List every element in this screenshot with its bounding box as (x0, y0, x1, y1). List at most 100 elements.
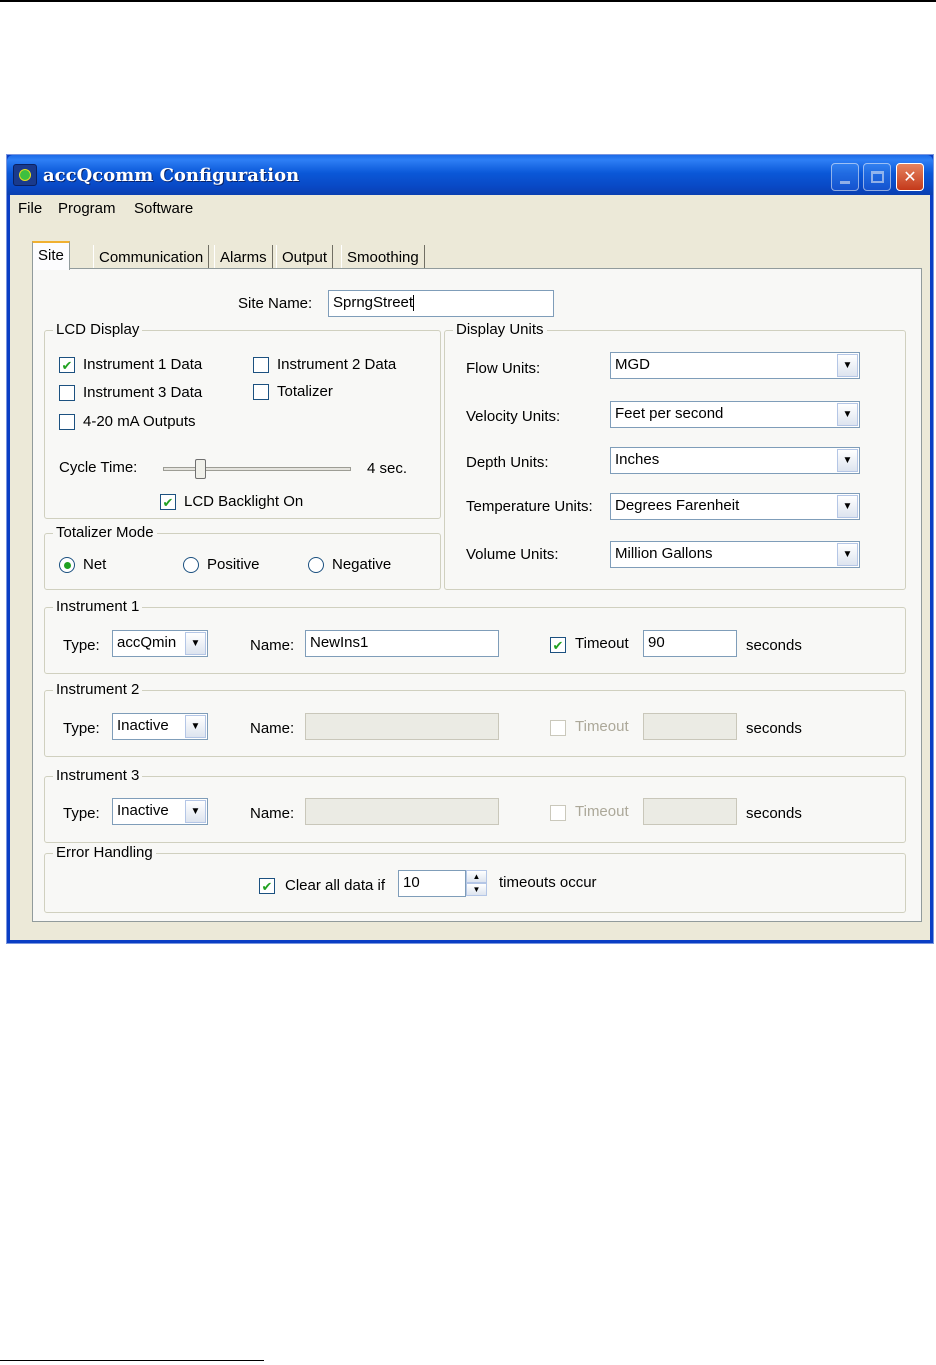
instrument-3-type-select[interactable]: Inactive ▼ (112, 798, 208, 825)
spin-up-icon[interactable]: ▲ (466, 870, 487, 883)
instrument-3-name-label: Name: (250, 805, 295, 822)
totalizer-negative-radio[interactable] (308, 557, 324, 573)
instrument-3-title: Instrument 3 (53, 767, 143, 784)
totalizer-net-radio[interactable] (59, 557, 75, 573)
chevron-down-icon[interactable]: ▼ (837, 354, 858, 377)
menu-program[interactable]: Program (58, 200, 116, 217)
error-handling-title: Error Handling (53, 844, 156, 861)
temperature-units-label: Temperature Units: (466, 498, 593, 515)
instrument-3-data-label: Instrument 3 Data (83, 384, 203, 401)
totalizer-checkbox[interactable] (253, 384, 269, 400)
instrument-3-data-checkbox[interactable] (59, 385, 75, 401)
instrument-2-data-label: Instrument 2 Data (277, 356, 397, 373)
tab-site[interactable]: Site (32, 241, 70, 270)
volume-units-label: Volume Units: (466, 546, 559, 563)
clear-all-data-label: Clear all data if (285, 877, 386, 894)
instrument-1-data-label: Instrument 1 Data (83, 356, 203, 373)
instrument-3-timeout-label: Timeout (575, 803, 629, 820)
instrument-1-timeout-label: Timeout (575, 635, 629, 652)
instrument-1-data-checkbox[interactable]: ✔ (59, 357, 75, 373)
instrument-2-seconds-label: seconds (746, 720, 802, 737)
instrument-2-type-label: Type: (63, 720, 100, 737)
instrument-1-type-select[interactable]: accQmin ▼ (112, 630, 208, 657)
window-title: accQcomm Configuration (43, 165, 300, 186)
chevron-down-icon[interactable]: ▼ (185, 715, 206, 738)
instrument-2-title: Instrument 2 (53, 681, 143, 698)
menu-bar: File Program Software (10, 196, 930, 220)
instrument-2-name-label: Name: (250, 720, 295, 737)
timeout-count-input[interactable]: 10 (398, 870, 466, 897)
totalizer-positive-radio[interactable] (183, 557, 199, 573)
instrument-3-type-label: Type: (63, 805, 100, 822)
totalizer-negative-label: Negative (332, 556, 392, 573)
close-icon: ✕ (903, 169, 917, 186)
instrument-2-timeout-checkbox[interactable] (550, 720, 566, 736)
configuration-window: accQcomm Configuration ✕ File Program So… (6, 154, 934, 944)
chevron-down-icon[interactable]: ▼ (837, 543, 858, 566)
menu-file[interactable]: File (18, 200, 42, 217)
clear-all-data-checkbox[interactable]: ✔ (259, 878, 275, 894)
site-tab-panel: Site Name: SprngStreet LCD Display ✔ Ins… (32, 268, 922, 922)
lcd-backlight-label: LCD Backlight On (184, 493, 304, 510)
lcd-display-group: LCD Display ✔ Instrument 1 Data Instrume… (44, 321, 441, 519)
instrument-3-group: Instrument 3 Type: Inactive ▼ Name: Time… (44, 767, 906, 843)
instrument-1-timeout-input[interactable]: 90 (643, 630, 737, 657)
cycle-time-label: Cycle Time: (59, 459, 138, 476)
instrument-3-timeout-input[interactable] (643, 798, 737, 825)
volume-units-select[interactable]: Million Gallons ▼ (610, 541, 860, 568)
timeouts-occur-label: timeouts occur (499, 874, 597, 891)
instrument-2-timeout-input[interactable] (643, 713, 737, 740)
instrument-2-group: Instrument 2 Type: Inactive ▼ Name: Time… (44, 681, 906, 757)
flow-units-label: Flow Units: (466, 360, 541, 377)
close-button[interactable]: ✕ (896, 163, 924, 191)
display-units-group: Display Units Flow Units: MGD ▼ Velocity… (444, 321, 906, 590)
maximize-icon (870, 171, 884, 183)
instrument-1-timeout-checkbox[interactable]: ✔ (550, 637, 566, 653)
lcd-backlight-checkbox[interactable]: ✔ (160, 494, 176, 510)
totalizer-net-label: Net (83, 556, 107, 573)
maximize-button[interactable] (863, 163, 891, 191)
4-20ma-outputs-label: 4-20 mA Outputs (83, 413, 196, 430)
totalizer-mode-title: Totalizer Mode (53, 524, 157, 541)
minimize-icon (840, 180, 850, 184)
instrument-2-data-checkbox[interactable] (253, 357, 269, 373)
site-name-label: Site Name: (238, 295, 313, 312)
instrument-2-name-input[interactable] (305, 713, 499, 740)
instrument-1-seconds-label: seconds (746, 637, 802, 654)
chevron-down-icon[interactable]: ▼ (837, 449, 858, 472)
chevron-down-icon[interactable]: ▼ (837, 495, 858, 518)
chevron-down-icon[interactable]: ▼ (185, 632, 206, 655)
cycle-time-slider-track[interactable] (163, 467, 351, 471)
chevron-down-icon[interactable]: ▼ (837, 403, 858, 426)
velocity-units-select[interactable]: Feet per second ▼ (610, 401, 860, 428)
instrument-3-name-input[interactable] (305, 798, 499, 825)
instrument-2-type-select[interactable]: Inactive ▼ (112, 713, 208, 740)
cycle-time-value: 4 sec. (367, 460, 408, 477)
instrument-1-name-label: Name: (250, 637, 295, 654)
totalizer-mode-group: Totalizer Mode Net Positive Negative (44, 524, 441, 590)
site-name-input[interactable]: SprngStreet (328, 290, 554, 317)
instrument-1-name-input[interactable]: NewIns1 (305, 630, 499, 657)
minimize-button[interactable] (831, 163, 859, 191)
page-footnote-rule (0, 1360, 264, 1361)
page-top-rule (0, 0, 936, 2)
4-20ma-outputs-checkbox[interactable] (59, 414, 75, 430)
instrument-1-group: Instrument 1 Type: accQmin ▼ Name: NewIn… (44, 598, 906, 674)
depth-units-select[interactable]: Inches ▼ (610, 447, 860, 474)
app-icon[interactable] (13, 164, 37, 186)
flow-units-select[interactable]: MGD ▼ (610, 352, 860, 379)
instrument-3-seconds-label: seconds (746, 805, 802, 822)
instrument-1-type-label: Type: (63, 637, 100, 654)
spin-down-icon[interactable]: ▼ (466, 883, 487, 896)
error-handling-group: Error Handling ✔ Clear all data if 10 ▲ … (44, 844, 906, 913)
display-units-title: Display Units (453, 321, 547, 338)
chevron-down-icon[interactable]: ▼ (185, 800, 206, 823)
totalizer-positive-label: Positive (207, 556, 260, 573)
title-bar[interactable]: accQcomm Configuration ✕ (7, 155, 933, 195)
instrument-1-title: Instrument 1 (53, 598, 143, 615)
totalizer-label: Totalizer (277, 383, 333, 400)
instrument-3-timeout-checkbox[interactable] (550, 805, 566, 821)
menu-software[interactable]: Software (134, 200, 193, 217)
cycle-time-slider-thumb[interactable] (194, 459, 206, 479)
temperature-units-select[interactable]: Degrees Farenheit ▼ (610, 493, 860, 520)
